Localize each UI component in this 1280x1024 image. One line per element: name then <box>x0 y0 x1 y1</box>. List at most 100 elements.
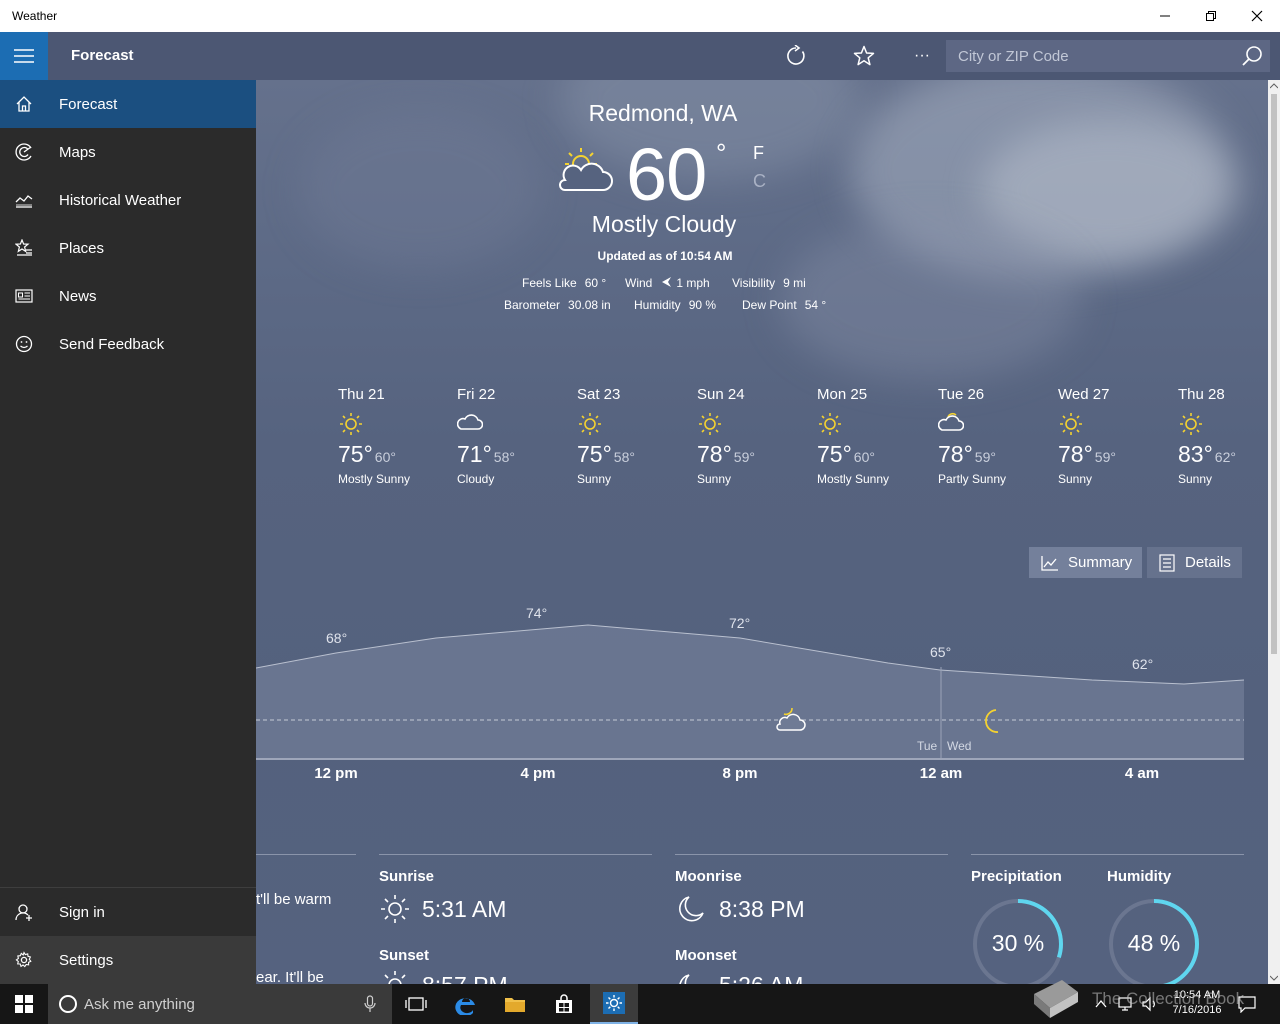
day-name: Tue 26 <box>938 386 985 403</box>
hour-label: 12 am <box>919 765 963 782</box>
unit-celsius-toggle[interactable]: C <box>753 171 766 192</box>
search-button[interactable] <box>1236 40 1268 72</box>
favorite-button[interactable] <box>842 32 886 80</box>
section-divider <box>256 854 356 855</box>
day-high-temp: 71° <box>457 441 492 467</box>
humidity-title: Humidity <box>1107 868 1172 885</box>
section-divider <box>379 854 652 855</box>
close-button[interactable] <box>1234 0 1280 32</box>
nav-label: Settings <box>59 951 114 969</box>
day-condition: Partly Sunny <box>938 472 1007 486</box>
daily-forecast-item[interactable]: Thu 21 75° 60° Mostly Sunny <box>338 386 410 486</box>
scroll-up-icon[interactable] <box>1268 80 1280 92</box>
day-condition: Sunny <box>697 472 732 486</box>
weather-app-icon <box>603 992 625 1014</box>
daily-forecast-item[interactable]: Tue 26 78° 59° Partly Sunny <box>937 386 1007 486</box>
daily-forecast-item[interactable]: Sat 23 75° 58° Sunny <box>577 386 635 486</box>
sun-icon <box>338 411 410 435</box>
details-list-icon <box>1159 553 1175 572</box>
day-high-temp: 83° <box>1178 441 1213 467</box>
file-explorer-button[interactable] <box>491 984 539 1024</box>
daily-forecast-item[interactable]: Fri 22 71° 58° Cloudy <box>456 386 515 486</box>
daily-forecast-item[interactable]: Mon 25 75° 60° Mostly Sunny <box>817 386 889 486</box>
book-logo-icon <box>1034 980 1078 1018</box>
hour-label: 4 pm <box>520 765 556 782</box>
day-low-temp: 60° <box>374 449 396 465</box>
moonset-title: Moonset <box>675 947 737 964</box>
hour-label: 4 am <box>1124 765 1160 782</box>
restore-button[interactable] <box>1188 0 1234 32</box>
forecast-summary-text: ear. It'll be <box>256 969 324 984</box>
humidity-value: 48 % <box>1127 930 1181 956</box>
day-condition: Mostly Sunny <box>338 472 411 486</box>
stat-visibility: Visibility 9 mi <box>732 276 806 290</box>
scroll-thumb[interactable] <box>1271 94 1277 654</box>
day-high-temp: 78° <box>938 441 973 467</box>
refresh-icon <box>787 45 805 65</box>
cortana-icon <box>59 995 77 1013</box>
nav-label: Send Feedback <box>59 335 165 353</box>
windows-logo-icon <box>15 995 33 1013</box>
task-view-button[interactable] <box>392 984 440 1024</box>
microphone-icon[interactable] <box>364 995 376 1013</box>
nav-item-forecast[interactable]: Forecast <box>0 80 256 128</box>
day-condition: Cloudy <box>457 472 495 486</box>
stat-value: 30.08 in <box>568 298 611 312</box>
day-condition: Mostly Sunny <box>817 472 890 486</box>
scroll-down-icon[interactable] <box>1268 972 1280 984</box>
section-divider <box>675 854 948 855</box>
weather-app-button[interactable] <box>590 984 638 1024</box>
nav-item-sign-in[interactable]: Sign in <box>0 888 256 936</box>
day-low-temp: 58° <box>493 449 515 465</box>
day-high-temp: 75° <box>338 441 373 467</box>
sun-icon <box>1058 411 1116 435</box>
edge-app-button[interactable] <box>442 984 490 1024</box>
daily-forecast-item[interactable]: Wed 27 78° 59° Sunny <box>1058 386 1116 486</box>
precipitation-title: Precipitation <box>971 868 1062 885</box>
nav-item-send-feedback[interactable]: Send Feedback <box>0 320 256 368</box>
day-low-temp: 59° <box>1094 449 1116 465</box>
page-title: Forecast <box>71 47 134 64</box>
cloud-texture <box>300 110 540 270</box>
moonset-icon <box>679 974 690 984</box>
hamburger-button[interactable] <box>0 32 48 80</box>
mostly-cloudy-icon <box>559 148 613 191</box>
day-name: Sun 24 <box>697 386 745 403</box>
details-button[interactable]: Details <box>1147 547 1242 578</box>
day-name: Thu 28 <box>1178 386 1225 403</box>
unit-fahrenheit-toggle[interactable]: F <box>753 143 764 164</box>
start-button[interactable] <box>0 984 48 1024</box>
city-search-input[interactable] <box>946 40 1236 72</box>
minimize-button[interactable] <box>1142 0 1188 32</box>
home-icon <box>0 80 48 128</box>
news-icon <box>0 272 48 320</box>
hourly-temp-label: 68° <box>326 630 348 646</box>
nav-label: News <box>59 287 97 305</box>
sunrise-title: Sunrise <box>379 868 435 885</box>
nav-item-places[interactable]: Places <box>0 224 256 272</box>
daily-forecast-item[interactable]: Sun 24 78° 59° Sunny <box>697 386 755 486</box>
stat-label: Wind <box>625 276 653 290</box>
nav-item-historical-weather[interactable]: Historical Weather <box>0 176 256 224</box>
nav-item-maps[interactable]: Maps <box>0 128 256 176</box>
hourly-temp-label: 65° <box>930 644 952 660</box>
day-low-temp: 59° <box>974 449 996 465</box>
nav-label: Forecast <box>59 95 118 113</box>
stat-label: Humidity <box>634 298 681 312</box>
sunset-icon <box>384 971 406 984</box>
day-name: Thu 21 <box>338 386 385 403</box>
summary-button[interactable]: Summary <box>1029 547 1142 578</box>
nav-item-settings[interactable]: Settings <box>0 936 256 984</box>
vertical-scrollbar[interactable] <box>1268 80 1280 984</box>
more-button[interactable]: ··· <box>900 32 944 80</box>
hourly-temp-label: 62° <box>1132 656 1154 672</box>
daily-forecast-item[interactable]: Thu 28 83° 62° Sunny <box>1178 386 1236 486</box>
day-low-temp: 60° <box>853 449 875 465</box>
task-view-icon <box>405 997 427 1011</box>
store-app-button[interactable] <box>540 984 588 1024</box>
nav-item-news[interactable]: News <box>0 272 256 320</box>
cortana-search-input[interactable] <box>84 984 354 1024</box>
radar-icon <box>0 128 48 176</box>
refresh-button[interactable] <box>774 32 818 80</box>
sun-icon <box>697 411 755 435</box>
